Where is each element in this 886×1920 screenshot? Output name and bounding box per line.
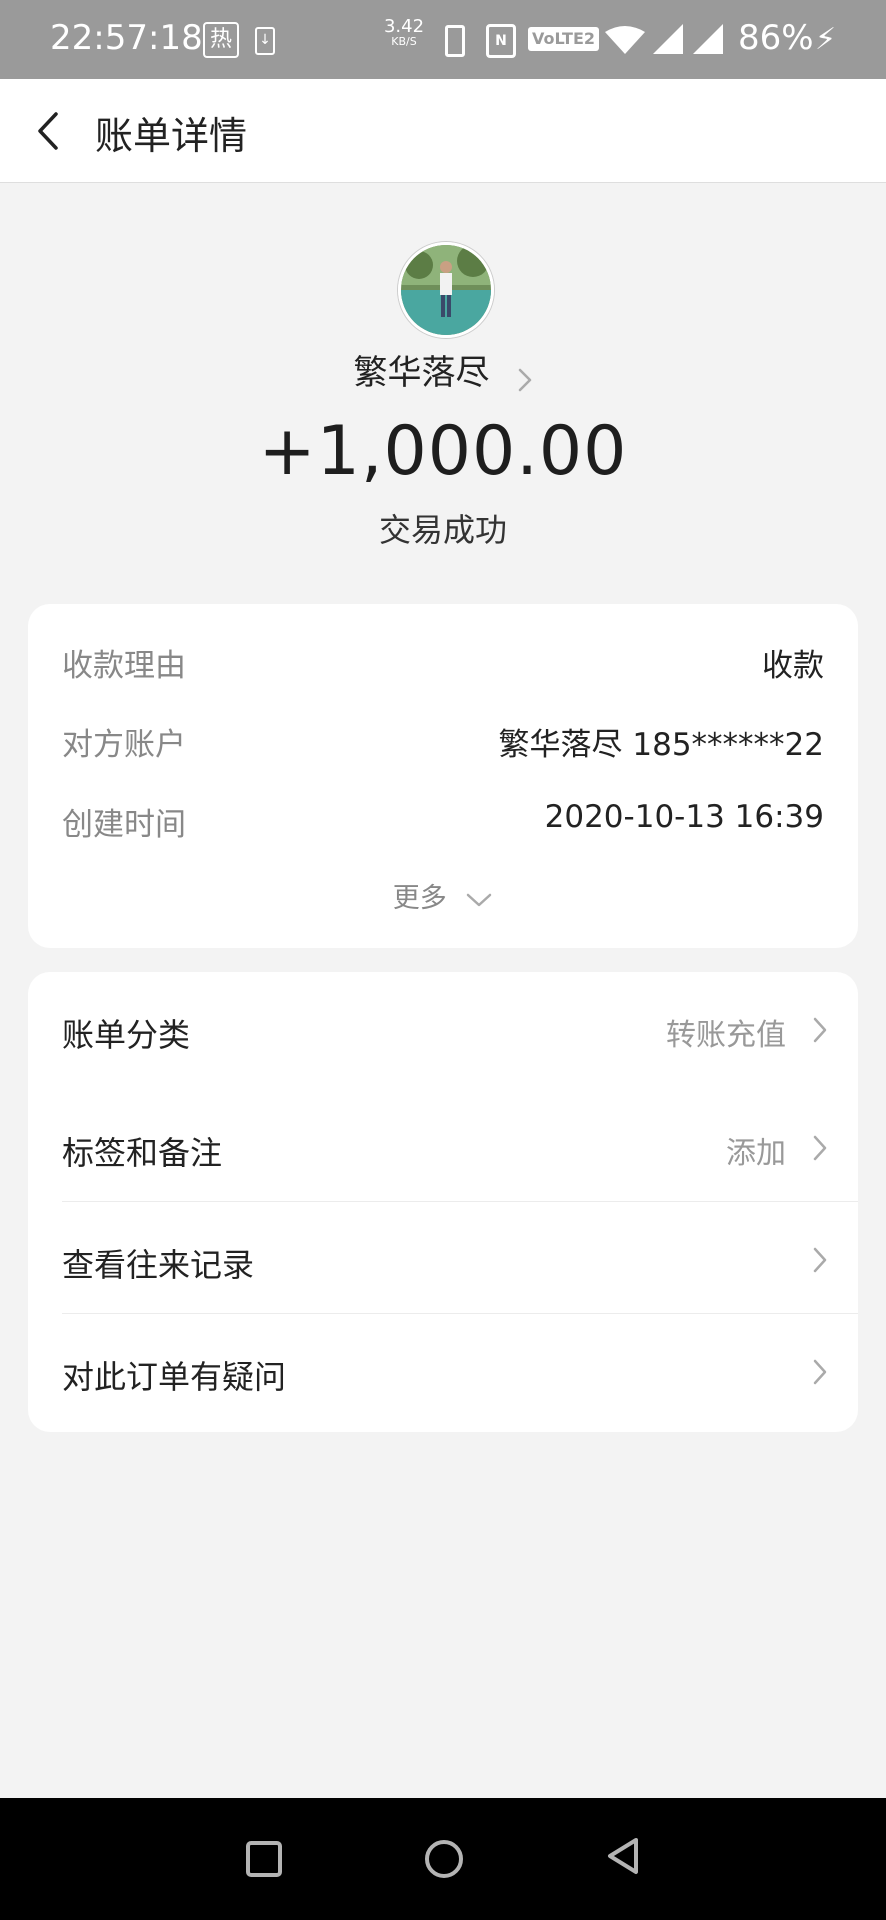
menu-item-label: 账单分类: [62, 1016, 191, 1054]
transaction-amount: +1,000.00: [258, 412, 628, 491]
avatar[interactable]: [398, 242, 494, 338]
detail-value: 繁华落尽 185******22: [498, 727, 824, 763]
more-button[interactable]: 更多: [28, 876, 858, 915]
signal-2-icon: [693, 24, 723, 54]
menu-item-label: 标签和备注: [62, 1134, 223, 1172]
details-card: 收款理由 收款 对方账户 繁华落尽 185******22 创建时间 2020-…: [28, 604, 858, 948]
chevron-right-icon: [813, 1247, 827, 1273]
volte-badge: VoLTE2: [528, 27, 600, 51]
hot-badge-icon: 热: [203, 22, 239, 58]
system-nav-bar: [0, 1798, 886, 1920]
menu-item-history[interactable]: 查看往来记录: [62, 1202, 858, 1314]
menu-item-question[interactable]: 对此订单有疑问: [62, 1314, 858, 1426]
detail-row: 创建时间 2020-10-13 16:39: [62, 799, 824, 849]
nfc-icon: N: [486, 24, 516, 58]
menu-item-category[interactable]: 账单分类 转账充值: [62, 972, 858, 1084]
payer-name: 繁华落尽: [353, 353, 490, 393]
chevron-right-icon: [813, 1359, 827, 1385]
nav-back-icon[interactable]: [606, 1836, 640, 1876]
chevron-right-icon: [813, 1017, 827, 1043]
chevron-down-icon: [467, 893, 492, 906]
net-speed-unit: KB/S: [391, 35, 417, 48]
detail-value: 2020-10-13 16:39: [544, 799, 824, 835]
wifi-icon: [605, 26, 645, 54]
menu-item-label: 对此订单有疑问: [62, 1358, 287, 1396]
transaction-status: 交易成功: [378, 511, 507, 549]
detail-label: 收款理由: [62, 648, 186, 684]
menu-item-value: 添加: [726, 1136, 786, 1171]
detail-label: 对方账户: [62, 727, 186, 763]
detail-row: 对方账户 繁华落尽 185******22: [62, 719, 824, 769]
home-icon[interactable]: [425, 1840, 463, 1878]
detail-value: 收款: [762, 648, 824, 684]
back-arrow-icon[interactable]: [30, 106, 70, 156]
page-title: 账单详情: [95, 114, 248, 158]
signal-1-icon: [653, 24, 683, 54]
phone-icon: [445, 25, 465, 57]
avatar-image: [401, 245, 491, 335]
payer-name-row[interactable]: 繁华落尽: [0, 345, 886, 394]
charging-icon: ⚡: [815, 22, 837, 57]
menu-item-tags[interactable]: 标签和备注 添加: [62, 1090, 858, 1202]
chevron-right-icon: [813, 1135, 827, 1161]
net-speed-value: 3.42: [383, 16, 425, 37]
net-speed: 3.42 KB/S: [382, 18, 426, 48]
actions-card: 账单分类 转账充值 标签和备注 添加 查看往来记录 对此订单有疑问: [28, 972, 858, 1432]
menu-item-label: 查看往来记录: [62, 1246, 255, 1284]
download-icon: ↓: [255, 27, 275, 55]
battery-level: 86%: [738, 18, 814, 58]
more-label: 更多: [392, 883, 447, 914]
app-header: 账单详情: [0, 79, 886, 183]
status-bar: 22:57:18 热 ↓ 3.42 KB/S N VoLTE2 86% ⚡: [0, 0, 886, 79]
detail-label: 创建时间: [62, 807, 186, 843]
menu-item-value: 转账充值: [666, 1018, 786, 1053]
recent-apps-icon[interactable]: [246, 1841, 282, 1877]
chevron-right-icon: [518, 368, 531, 391]
detail-row: 收款理由 收款: [62, 640, 824, 690]
status-time: 22:57:18: [50, 18, 203, 58]
